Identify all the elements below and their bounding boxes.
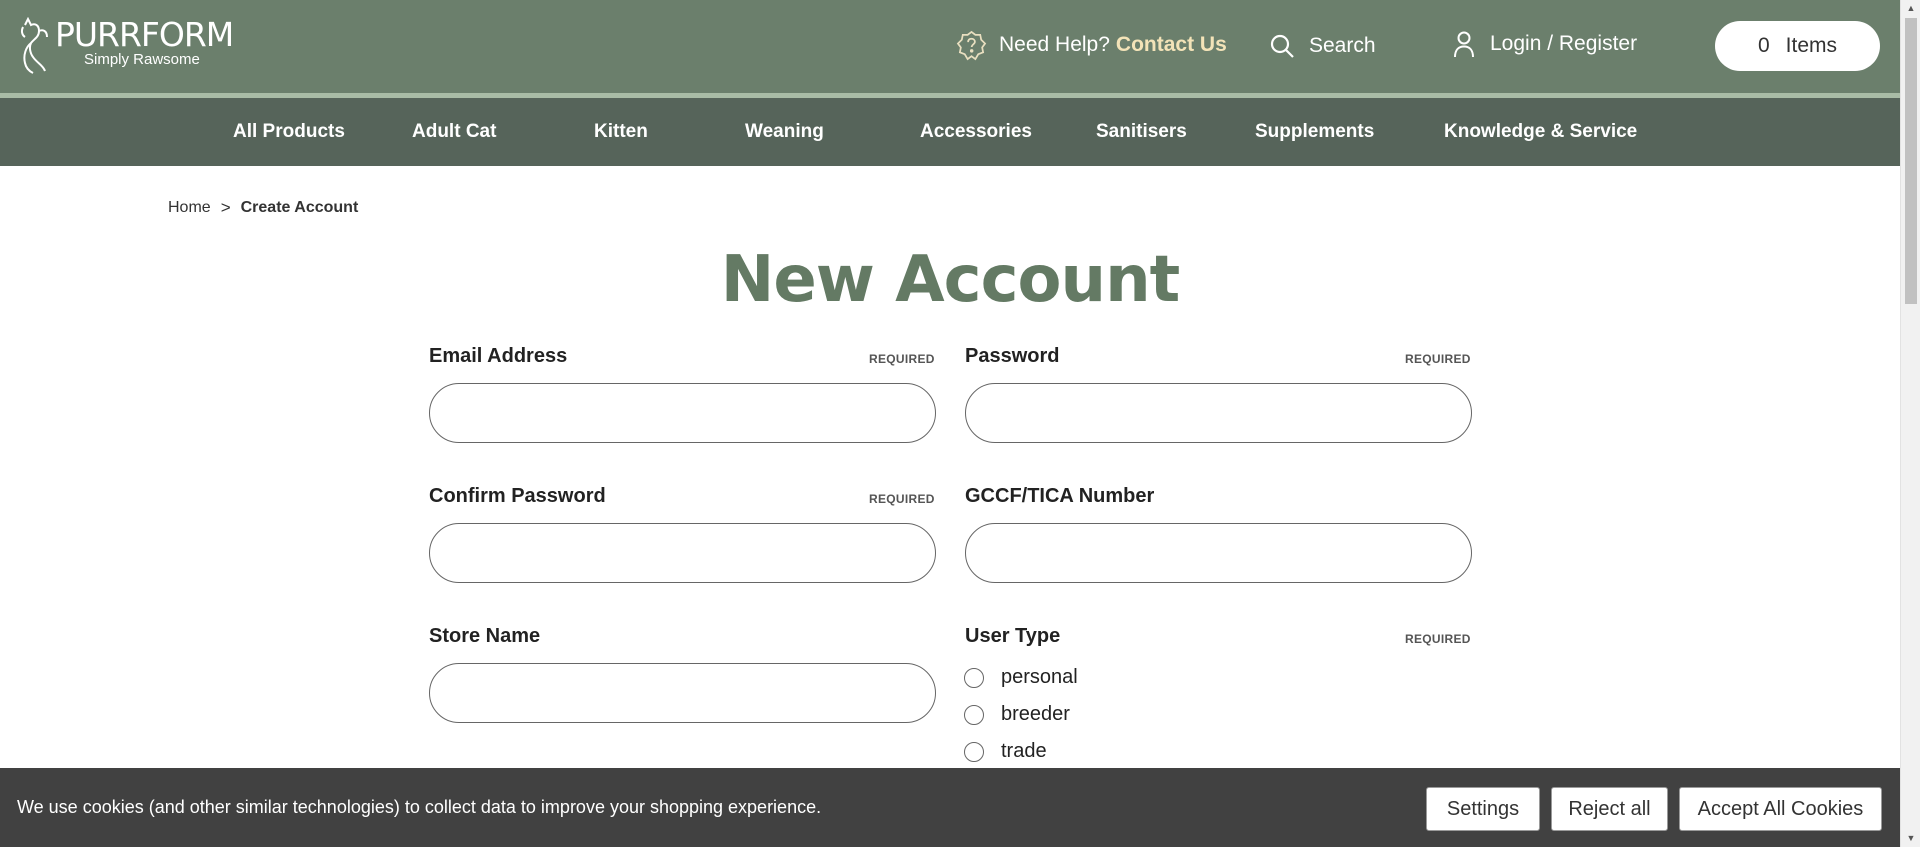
- cookie-message: We use cookies (and other similar techno…: [17, 797, 822, 817]
- user-type-option-trade[interactable]: trade: [964, 740, 1047, 763]
- logo-tagline: Simply Rawsome: [84, 51, 200, 68]
- nav-item-adult-cat[interactable]: Adult Cat: [412, 98, 496, 166]
- search-label: Search: [1309, 34, 1376, 57]
- email-required-badge: REQUIRED: [869, 352, 935, 366]
- radio-label: trade: [1001, 740, 1047, 762]
- radio-button[interactable]: [964, 704, 984, 725]
- help-badge-icon: [956, 30, 987, 60]
- nav-item-sanitisers[interactable]: Sanitisers: [1096, 98, 1187, 166]
- scroll-down-arrow-icon[interactable]: ▼: [1901, 830, 1920, 847]
- breadcrumb-current: Create Account: [240, 199, 359, 216]
- reject-all-button[interactable]: Reject all: [1551, 787, 1668, 831]
- confirm-password-label: Confirm Password: [429, 485, 606, 507]
- cart-button[interactable]: 0 Items: [1715, 21, 1880, 71]
- password-label: Password: [965, 345, 1060, 367]
- nav-item-weaning[interactable]: Weaning: [745, 98, 824, 166]
- cookie-banner: We use cookies (and other similar techno…: [0, 768, 1900, 847]
- logo-wordmark: PURRFORM: [55, 15, 234, 54]
- help-contact[interactable]: Need Help? Contact Us: [956, 28, 1227, 62]
- radio-button[interactable]: [964, 667, 984, 688]
- logo-text: PURRFORM Simply Rawsome: [55, 15, 234, 69]
- email-field[interactable]: [429, 383, 936, 443]
- main-nav: All Products Adult Cat Kitten Weaning Ac…: [0, 98, 1900, 166]
- nav-item-accessories[interactable]: Accessories: [920, 98, 1032, 166]
- nav-item-all-products[interactable]: All Products: [233, 98, 345, 166]
- confirm-password-required-badge: REQUIRED: [869, 492, 935, 506]
- email-label: Email Address: [429, 345, 568, 367]
- password-required-badge: REQUIRED: [1405, 352, 1471, 366]
- radio-button[interactable]: [964, 741, 984, 762]
- accept-all-cookies-button[interactable]: Accept All Cookies: [1679, 787, 1882, 831]
- scroll-thumb[interactable]: [1905, 18, 1917, 304]
- user-type-option-breeder[interactable]: breeder: [964, 703, 1070, 726]
- confirm-password-field[interactable]: [429, 523, 936, 583]
- site-header: PURRFORM Simply Rawsome Need Help? Conta…: [0, 0, 1900, 93]
- page-title: New Account: [720, 243, 1180, 317]
- gccf-tica-field[interactable]: [965, 523, 1472, 583]
- user-type-label: User Type: [965, 625, 1061, 647]
- nav-item-supplements[interactable]: Supplements: [1255, 98, 1374, 166]
- radio-label: personal: [1001, 666, 1078, 688]
- nav-item-knowledge-service[interactable]: Knowledge & Service: [1444, 98, 1637, 166]
- help-text: Need Help?: [999, 33, 1110, 56]
- cart-count: 0: [1757, 34, 1770, 57]
- password-field[interactable]: [965, 383, 1472, 443]
- search-icon: [1270, 34, 1294, 58]
- contact-us-link[interactable]: Contact Us: [1116, 33, 1227, 57]
- breadcrumb: Home > Create Account: [168, 198, 358, 218]
- logo[interactable]: PURRFORM Simply Rawsome: [17, 15, 234, 75]
- nav-item-kitten[interactable]: Kitten: [594, 98, 648, 166]
- store-name-label: Store Name: [429, 625, 541, 647]
- page-scrollbar[interactable]: ▲ ▼: [1900, 0, 1920, 847]
- store-name-field[interactable]: [429, 663, 936, 723]
- breadcrumb-home[interactable]: Home: [168, 199, 211, 217]
- user-type-option-personal[interactable]: personal: [964, 666, 1078, 689]
- scroll-up-arrow-icon[interactable]: ▲: [1901, 0, 1920, 17]
- cart-label: Items: [1785, 34, 1838, 57]
- breadcrumb-separator: >: [220, 198, 231, 217]
- user-icon: [1454, 31, 1474, 58]
- login-label: Login / Register: [1490, 32, 1638, 55]
- cookie-settings-button[interactable]: Settings: [1426, 787, 1540, 831]
- cat-logo-icon: [20, 17, 48, 74]
- user-type-required-badge: REQUIRED: [1405, 632, 1471, 646]
- search-button[interactable]: Search: [1269, 30, 1376, 62]
- page: PURRFORM Simply Rawsome Need Help? Conta…: [0, 0, 1900, 847]
- login-register-link[interactable]: Login / Register: [1452, 28, 1637, 60]
- radio-label: breeder: [1001, 703, 1070, 725]
- gccf-tica-label: GCCF/TICA Number: [965, 485, 1155, 507]
